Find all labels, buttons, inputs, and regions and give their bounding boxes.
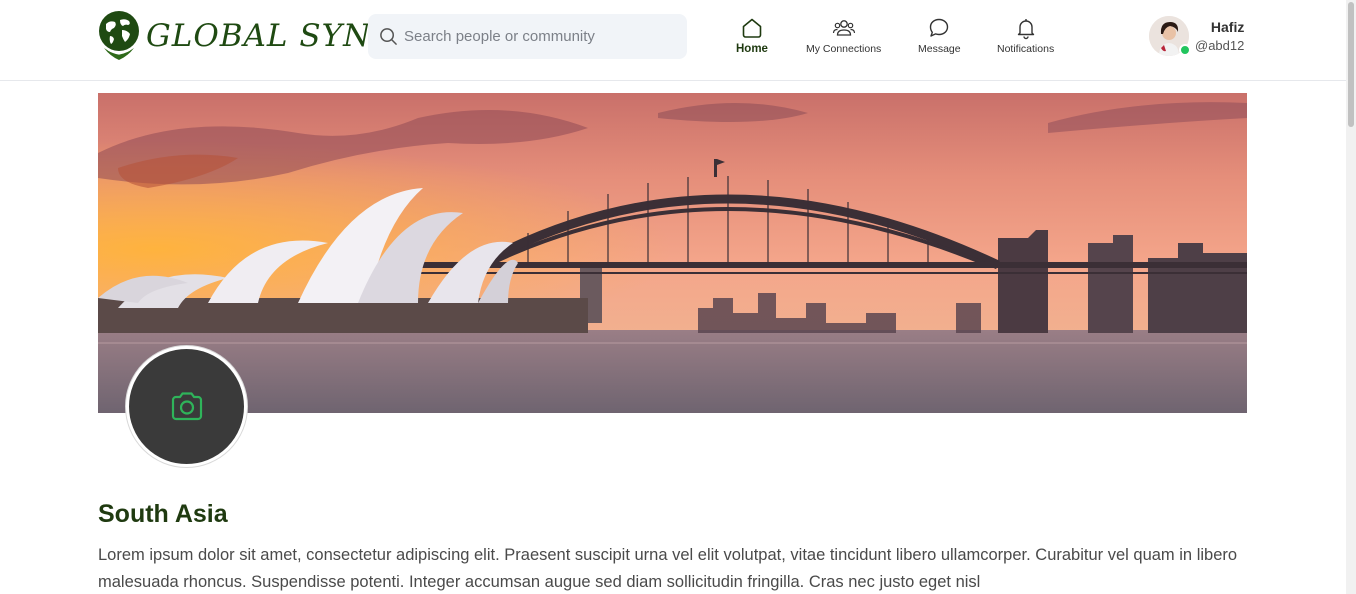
- avatar[interactable]: [1149, 16, 1191, 56]
- users-icon: [832, 20, 855, 36]
- community-name: South Asia: [98, 500, 228, 528]
- user-handle: @abd12: [1195, 38, 1245, 53]
- user-info: Hafiz @abd12: [1195, 19, 1244, 53]
- online-status-dot: [1179, 44, 1191, 56]
- cover-image: [98, 93, 1247, 413]
- nav-notifications[interactable]: Notifications: [997, 16, 1054, 55]
- community-photo-upload[interactable]: [126, 346, 247, 467]
- home-icon: [742, 18, 762, 38]
- globe-logo-icon: [99, 11, 139, 60]
- bell-icon: [1017, 19, 1034, 40]
- chat-icon: [930, 18, 949, 37]
- search-bar[interactable]: [368, 14, 687, 59]
- nav-home[interactable]: Home: [736, 16, 768, 55]
- page-scrollbar[interactable]: [1346, 0, 1356, 594]
- nav-message-label: Message: [918, 43, 961, 55]
- nav-message[interactable]: Message: [918, 16, 961, 55]
- search-icon: [380, 28, 397, 45]
- nav-my-connections-label: My Connections: [806, 43, 882, 55]
- app-logo[interactable]: GLOBAL SYNK: [98, 10, 395, 62]
- camera-icon: [171, 391, 202, 420]
- nav-notifications-label: Notifications: [997, 43, 1055, 55]
- nav-home-label: Home: [736, 43, 768, 55]
- app-name: GLOBAL SYNK: [146, 18, 396, 54]
- user-menu[interactable]: Hafiz @abd12: [1149, 16, 1244, 56]
- nav-my-connections[interactable]: My Connections: [806, 16, 881, 55]
- scrollbar-thumb[interactable]: [1348, 2, 1354, 127]
- top-header: GLOBAL SYNK Home My Connections Message: [0, 0, 1346, 81]
- search-input[interactable]: [404, 28, 664, 45]
- community-description: Lorem ipsum dolor sit amet, consectetur …: [98, 546, 1238, 591]
- cover-banner: [98, 93, 1247, 413]
- user-name: Hafiz: [1210, 19, 1245, 35]
